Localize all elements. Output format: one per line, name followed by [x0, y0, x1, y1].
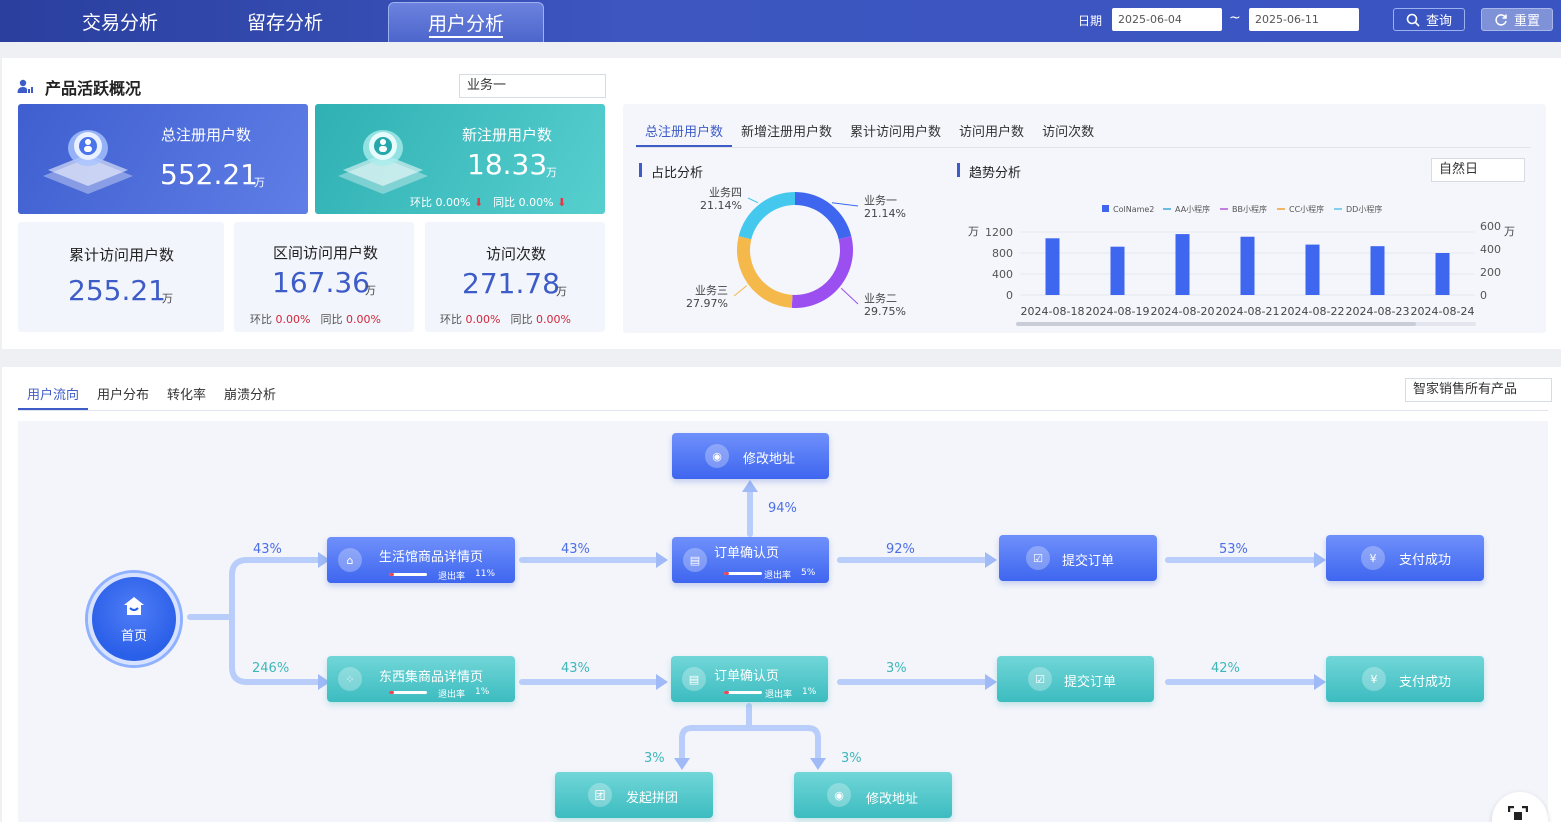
- fullscreen-icon: [1508, 806, 1528, 820]
- flow-percent: 42%: [1211, 661, 1240, 676]
- checklist-icon: ☑: [1026, 546, 1050, 570]
- node-label: 支付成功: [1399, 553, 1452, 568]
- node-life-detail[interactable]: ⌂ 生活馆商品详情页 退出率 11%: [327, 537, 515, 583]
- node-modify-address-bottom[interactable]: ◉ 修改地址: [794, 772, 952, 818]
- exit-label: 退出率: [764, 571, 792, 581]
- node-group-buy[interactable]: 团 发起拼团: [555, 772, 713, 818]
- exit-rate: 退出率 11%: [438, 569, 495, 582]
- exit-label: 退出率: [438, 572, 466, 582]
- order-icon: ▤: [682, 667, 706, 691]
- flow-percent: 43%: [561, 661, 590, 676]
- node-label: 提交订单: [1064, 675, 1117, 690]
- payment-icon: ¥: [1361, 546, 1385, 570]
- home-icon: [124, 597, 144, 615]
- node-label: 提交订单: [1062, 554, 1115, 569]
- flow-percent: 92%: [886, 542, 915, 557]
- node-label: 修改地址: [866, 792, 919, 807]
- exit-rate-bar: [389, 691, 427, 694]
- node-label: 东西集商品详情页: [379, 670, 484, 685]
- node-label: 订单确认页: [714, 546, 780, 561]
- node-order-confirm-bottom[interactable]: ▤ 订单确认页 退出率 1%: [671, 656, 828, 702]
- flow-percent: 3%: [886, 661, 907, 676]
- flow-percent: 246%: [252, 661, 290, 676]
- payment-icon: ¥: [1362, 667, 1386, 691]
- flow-percent: 43%: [561, 542, 590, 557]
- grid-icon: ⁘: [338, 667, 362, 691]
- node-submit-order-top[interactable]: ☑ 提交订单: [999, 535, 1157, 581]
- node-east-detail[interactable]: ⁘ 东西集商品详情页 退出率 1%: [327, 656, 515, 702]
- node-pay-success-top[interactable]: ¥ 支付成功: [1326, 535, 1484, 581]
- node-label: 生活馆商品详情页: [379, 550, 484, 565]
- node-label: 支付成功: [1399, 675, 1452, 690]
- exit-rate: 退出率 1%: [765, 687, 816, 700]
- shop-icon: ⌂: [338, 548, 362, 572]
- node-pay-success-bottom[interactable]: ¥ 支付成功: [1326, 656, 1484, 702]
- order-icon: ▤: [683, 548, 707, 572]
- exit-rate: 退出率 5%: [764, 568, 815, 581]
- exit-value: 11%: [475, 569, 496, 579]
- checklist-icon: ☑: [1028, 667, 1052, 691]
- exit-label: 退出率: [765, 690, 793, 700]
- location-icon: ◉: [827, 783, 851, 807]
- flow-percent: 43%: [253, 542, 282, 557]
- exit-value: 1%: [802, 687, 817, 697]
- exit-rate-bar: [724, 572, 762, 575]
- group-icon: 团: [588, 783, 612, 807]
- exit-value: 5%: [801, 568, 816, 578]
- node-submit-order-bottom[interactable]: ☑ 提交订单: [997, 656, 1154, 702]
- node-label: 修改地址: [743, 452, 796, 467]
- node-order-confirm-top[interactable]: ▤ 订单确认页 退出率 5%: [672, 537, 829, 583]
- exit-rate-bar: [389, 573, 427, 576]
- exit-rate: 退出率 1%: [438, 687, 489, 700]
- flow-percent: 53%: [1219, 542, 1248, 557]
- exit-rate-bar: [724, 691, 762, 694]
- flow-percent: 3%: [644, 751, 665, 766]
- home-node[interactable]: 首页: [88, 573, 180, 665]
- node-modify-address-top[interactable]: ◉ 修改地址: [672, 433, 829, 479]
- flow-percent: 3%: [841, 751, 862, 766]
- node-label: 订单确认页: [714, 669, 780, 684]
- exit-value: 1%: [475, 687, 490, 697]
- exit-label: 退出率: [438, 690, 466, 700]
- location-icon: ◉: [705, 444, 729, 468]
- flow-percent: 94%: [768, 501, 797, 516]
- node-label: 发起拼团: [626, 791, 679, 806]
- home-label: 首页: [120, 629, 147, 644]
